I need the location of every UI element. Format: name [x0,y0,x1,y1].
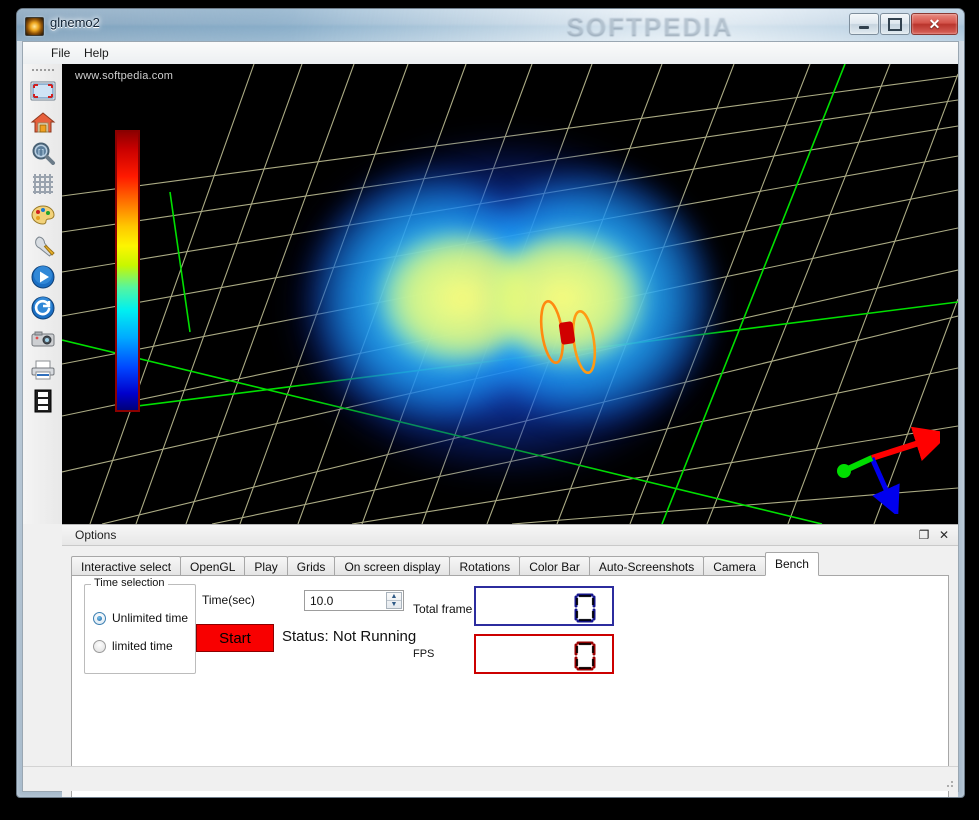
app-sphere-icon [25,17,44,36]
play-icon[interactable] [28,262,58,292]
time-sec-spinbox[interactable]: 10.0 ▲ ▼ [304,590,404,611]
options-tab-strip: Interactive select OpenGL Play Grids On … [71,552,819,576]
camera-icon[interactable] [28,324,58,354]
time-selection-group: Time selection Unlimited time limited ti… [84,577,196,674]
grid-icon[interactable] [28,169,58,199]
total-frame-lcd [474,586,614,626]
time-sec-value: 10.0 [310,594,334,608]
client-area: File Help [] www.softpedia.com Options ❐… [22,41,959,797]
wrench-icon[interactable] [28,231,58,261]
toolbar-grip[interactable] [31,65,54,74]
fps-label: FPS [413,648,435,660]
time-selection-legend: Time selection [91,577,168,589]
radio-limited-time-label: limited time [112,639,173,653]
options-tab-widget: Interactive select OpenGL Play Grids On … [71,552,949,797]
radio-unlimited-time-label: Unlimited time [112,611,189,625]
minimize-button[interactable] [849,13,879,35]
bench-tab-panel: Time selection Unlimited time limited ti… [71,575,949,797]
radio-limited-time-indicator [93,639,106,653]
radio-unlimited-time-indicator [93,611,106,625]
film-icon[interactable] [28,386,58,416]
total-frame-digit [574,593,596,623]
title-bar-glass [17,9,964,41]
zoom-icon[interactable]: [] [28,138,58,168]
axis-triad [837,426,940,514]
window-title: glnemo2 [50,15,100,30]
gl-viewport[interactable]: www.softpedia.com [62,64,958,524]
start-button[interactable]: Start [196,624,274,652]
maximize-button[interactable] [880,13,910,35]
home-icon[interactable] [28,107,58,137]
spin-down-icon[interactable]: ▼ [387,601,401,608]
printer-icon[interactable] [28,355,58,385]
close-dock-icon[interactable]: ✕ [936,527,952,543]
undock-icon[interactable]: ❐ [916,527,932,543]
status-bar [23,766,958,791]
radio-limited-time[interactable]: limited time [93,639,173,653]
options-dock: Options ❐ ✕ Interactive select OpenGL Pl… [62,524,958,797]
tab-interactive-select[interactable]: Interactive select [71,556,182,576]
title-bar: glnemo2 SOFTPEDIA ✕ [17,9,964,41]
maximize-icon [888,17,902,31]
minimize-icon [859,25,869,29]
fullscreen-icon[interactable] [28,76,58,106]
tab-opengl[interactable]: OpenGL [180,556,246,576]
total-frame-label: Total frame [413,602,473,616]
window-controls: ✕ [849,13,958,35]
spin-up-icon[interactable]: ▲ [387,593,401,601]
tab-bench[interactable]: Bench [764,552,819,576]
fps-digit [574,641,596,671]
color-bar [115,130,140,412]
tab-color-bar[interactable]: Color Bar [519,556,590,576]
options-dock-title: Options [75,528,117,542]
application-window: glnemo2 SOFTPEDIA ✕ File Help [] www.sof… [16,8,965,798]
palette-icon[interactable] [28,200,58,230]
close-button[interactable]: ✕ [911,13,958,35]
tool-bar: [] [23,64,63,524]
rotate-icon[interactable] [28,293,58,323]
tab-grids[interactable]: Grids [286,556,336,576]
resize-grip-icon[interactable] [943,777,955,789]
time-sec-label: Time(sec) [202,593,255,607]
tab-on-screen-display[interactable]: On screen display [334,556,451,576]
spinbox-buttons[interactable]: ▲ ▼ [386,592,402,609]
tab-camera[interactable]: Camera [703,556,766,576]
svg-text:[]: [] [37,148,43,157]
radio-unlimited-time[interactable]: Unlimited time [93,611,188,625]
menu-bar: File Help [23,42,958,65]
menu-help[interactable]: Help [78,45,115,61]
options-dock-header: Options ❐ ✕ [62,525,958,546]
tab-auto-screenshots[interactable]: Auto-Screenshots [588,556,705,576]
fps-lcd [474,634,614,674]
tab-rotations[interactable]: Rotations [449,556,521,576]
tab-play[interactable]: Play [244,556,288,576]
menu-file[interactable]: File [45,45,76,61]
softpedia-url-watermark: www.softpedia.com [75,70,174,82]
status-text: Status: Not Running [282,628,417,645]
desktop-background: glnemo2 SOFTPEDIA ✕ File Help [] www.sof… [0,0,979,820]
core-rings [539,299,597,375]
close-icon: ✕ [928,16,941,32]
